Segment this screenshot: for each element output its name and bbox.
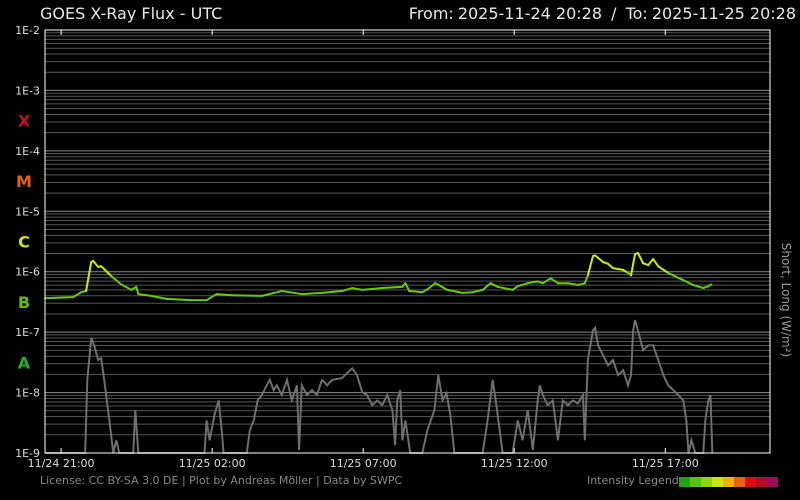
series-long-segment — [426, 282, 437, 291]
series-long-segment — [381, 285, 404, 290]
series-long-segment — [583, 274, 589, 285]
x-tick-label: 11/25 12:00 — [481, 457, 548, 470]
series-long-segment — [300, 291, 324, 296]
y-tick-label: 1E-2 — [15, 24, 40, 37]
series-long-segment — [321, 290, 343, 294]
series-long-segment — [611, 267, 625, 271]
series-long-segment — [165, 297, 193, 302]
series-long-segment — [260, 290, 283, 297]
series-long-segment — [594, 254, 604, 264]
series-long-segment — [496, 285, 514, 291]
flare-class-label: A — [18, 353, 31, 372]
series-long-segment — [230, 294, 263, 297]
y-tick-label: 1E-8 — [15, 387, 40, 400]
intensity-swatch — [678, 477, 690, 487]
y-tick-label: 1E-3 — [15, 84, 40, 97]
credits: License: CC BY-SA 3.0 DE | Plot by Andre… — [40, 474, 403, 487]
intensity-swatch — [711, 477, 723, 487]
series-long-segment — [85, 261, 93, 293]
series-long-segment — [135, 285, 140, 296]
x-tick-label: 11/25 07:00 — [330, 457, 397, 470]
series-long-segment — [652, 258, 660, 268]
intensity-swatch — [744, 477, 756, 487]
series-long-segment — [92, 259, 100, 268]
series-long-segment — [586, 255, 594, 277]
intensity-swatch — [700, 477, 712, 487]
y-tick-label: 1E-4 — [15, 145, 40, 158]
x-tick-label: 11/25 02:00 — [179, 457, 246, 470]
series-long-segment — [461, 291, 474, 294]
intensity-swatch — [755, 477, 767, 487]
y-tick-label: 1E-7 — [15, 326, 40, 339]
intensity-swatch — [733, 477, 745, 487]
series-long-segment — [44, 296, 75, 300]
series-long-segment — [72, 291, 83, 299]
intensity-swatch — [766, 477, 778, 487]
x-tick-label: 11/25 17:00 — [632, 457, 699, 470]
intensity-swatch — [689, 477, 701, 487]
series-short-line — [45, 319, 714, 454]
series-long-segment — [280, 290, 303, 296]
intensity-legend-label: Intensity Legend — [587, 474, 679, 487]
y-tick-label: 1E-5 — [15, 205, 40, 218]
series-long-segment — [215, 293, 233, 297]
flare-class-label: C — [18, 233, 30, 252]
series-long-segment — [150, 294, 168, 300]
intensity-swatches — [678, 477, 778, 487]
xray-flux-chart: 1E-21E-31E-41E-51E-61E-71E-81E-9XMCBA11/… — [15, 24, 793, 470]
series-long-segment — [434, 282, 449, 291]
intensity-legend: Intensity Legend — [587, 474, 778, 487]
y-axis-label: Short, Long (W/m²) — [779, 243, 793, 357]
series-long-segment — [481, 282, 492, 291]
series-long-segment — [408, 290, 424, 294]
x-tick-label: 11/24 21:00 — [28, 457, 95, 470]
flare-class-label: M — [16, 172, 32, 191]
flare-class-label: B — [18, 293, 30, 312]
series-long-segment — [526, 280, 539, 285]
series-long-segment — [647, 258, 655, 267]
series-long-segment — [205, 293, 218, 302]
intensity-swatch — [722, 477, 734, 487]
y-tick-label: 1E-6 — [15, 266, 40, 279]
flare-class-label: X — [18, 112, 31, 131]
series-long-segment — [636, 251, 645, 265]
